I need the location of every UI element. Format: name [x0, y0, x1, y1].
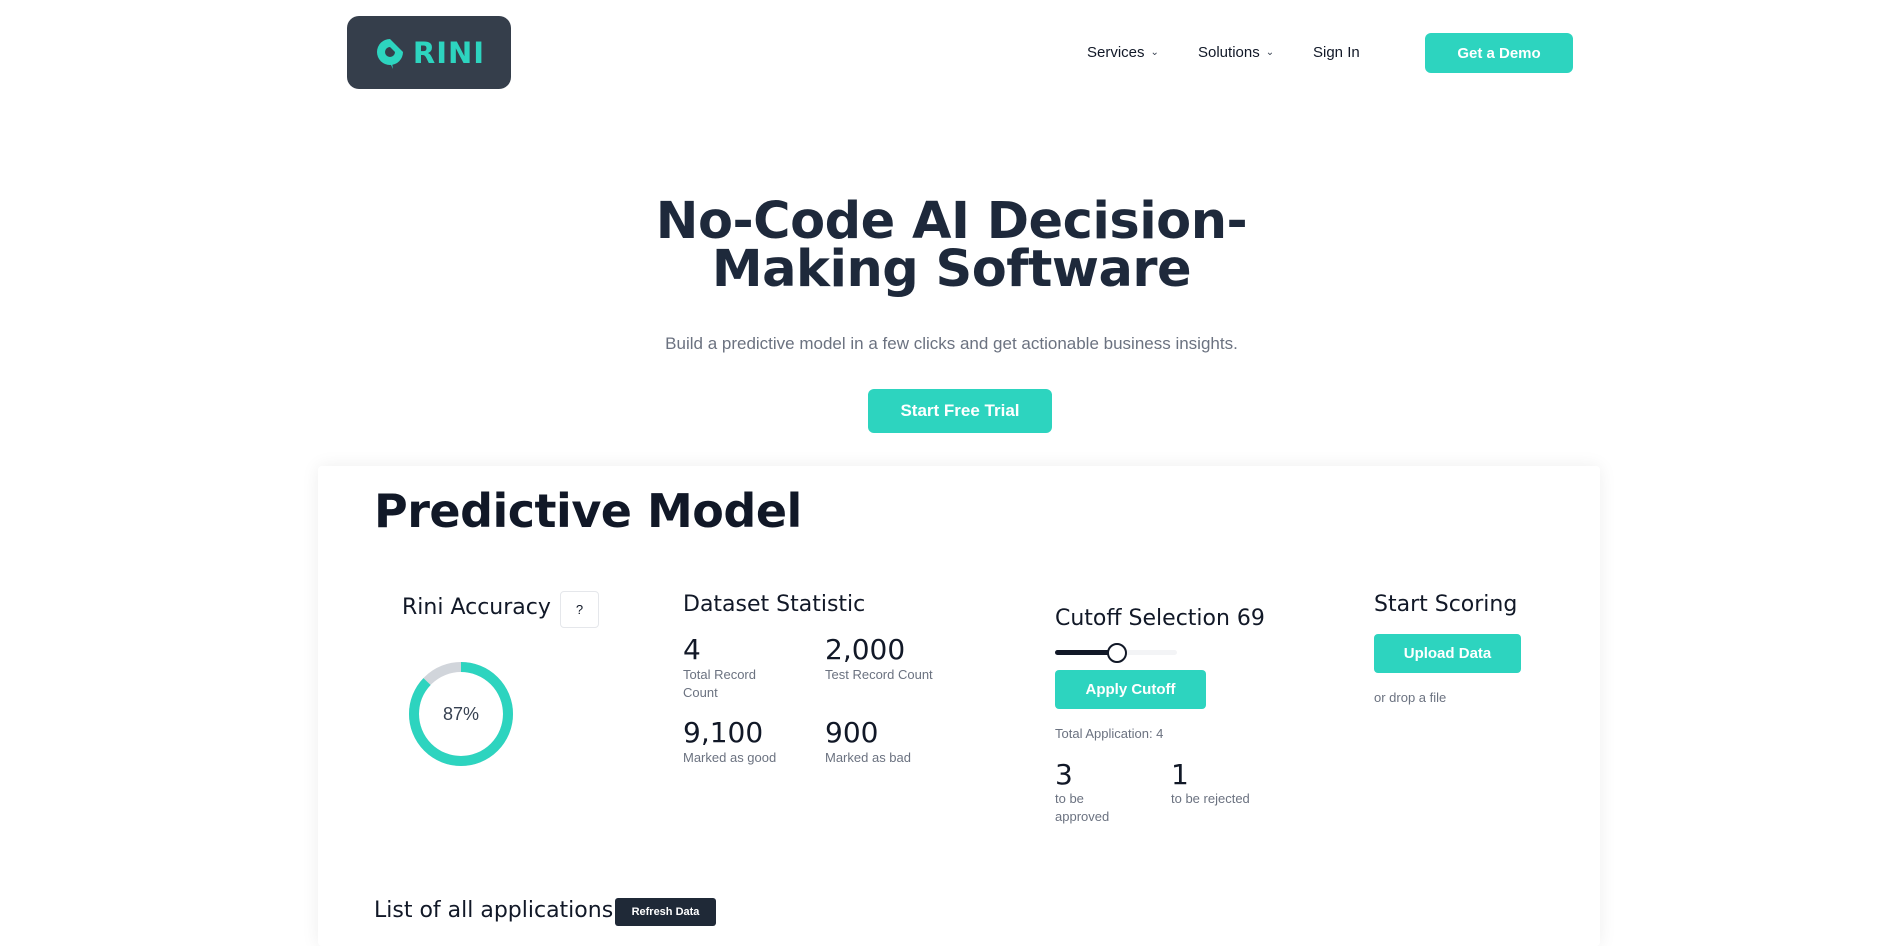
logo[interactable]: RINI	[347, 16, 511, 89]
refresh-data-button[interactable]: Refresh Data	[615, 898, 716, 926]
applications-list-title: List of all applications	[374, 898, 614, 923]
apply-cutoff-button[interactable]: Apply Cutoff	[1055, 670, 1206, 709]
approved-label: to be approved	[1055, 791, 1110, 824]
hero-subtitle: Build a predictive model in a few clicks…	[665, 334, 1238, 353]
chevron-down-icon: ⌄	[1265, 47, 1275, 58]
approved-value: 3	[1055, 758, 1073, 791]
marked-bad-value: 900	[825, 716, 879, 749]
upload-data-button[interactable]: Upload Data	[1374, 634, 1521, 673]
nav-solutions-label: Solutions	[1198, 44, 1260, 61]
get-demo-button[interactable]: Get a Demo	[1425, 33, 1573, 73]
dataset-title: Dataset Statistic	[683, 592, 866, 617]
test-record-count-label: Test Record Count	[825, 667, 933, 682]
hero-title: No-Code AI Decision- Making Software	[0, 192, 1903, 299]
chevron-down-icon: ⌄	[1150, 47, 1159, 58]
nav-solutions[interactable]: Solutions ⌄	[1198, 44, 1274, 61]
scoring-title: Start Scoring	[1374, 592, 1518, 617]
nav-sign-in[interactable]: Sign In	[1313, 44, 1360, 61]
cutoff-slider[interactable]	[1055, 643, 1177, 663]
hero-title-line2: Making Software	[711, 240, 1192, 299]
total-record-count-label: Total Record Count	[683, 667, 756, 700]
hero-title-line1: No-Code AI Decision-	[655, 192, 1248, 251]
drop-file-label: or drop a file	[1374, 690, 1447, 705]
accuracy-help-button[interactable]: ?	[560, 591, 599, 628]
nav-sign-in-label: Sign In	[1313, 44, 1360, 61]
accuracy-title: Rini Accuracy	[402, 595, 551, 620]
cutoff-slider-thumb[interactable]	[1107, 643, 1127, 663]
test-record-count-value: 2,000	[825, 633, 906, 666]
cutoff-title: Cutoff Selection 69	[1055, 606, 1265, 631]
rini-logo-icon	[376, 38, 403, 69]
start-free-trial-button[interactable]: Start Free Trial	[868, 389, 1052, 433]
total-record-count-value: 4	[683, 633, 701, 666]
predictive-model-title: Predictive Model	[374, 484, 802, 538]
logo-text: RINI	[412, 35, 486, 70]
marked-bad-label: Marked as bad	[825, 750, 911, 765]
accuracy-value: 87%	[442, 703, 480, 724]
marked-good-label: Marked as good	[683, 750, 777, 765]
nav-services-label: Services	[1087, 44, 1145, 61]
marked-good-value: 9,100	[683, 716, 764, 749]
total-application-label: Total Application: 4	[1055, 726, 1164, 741]
rejected-value: 1	[1171, 758, 1189, 791]
rejected-label: to be rejected	[1171, 791, 1250, 806]
nav-services[interactable]: Services ⌄	[1087, 44, 1159, 61]
